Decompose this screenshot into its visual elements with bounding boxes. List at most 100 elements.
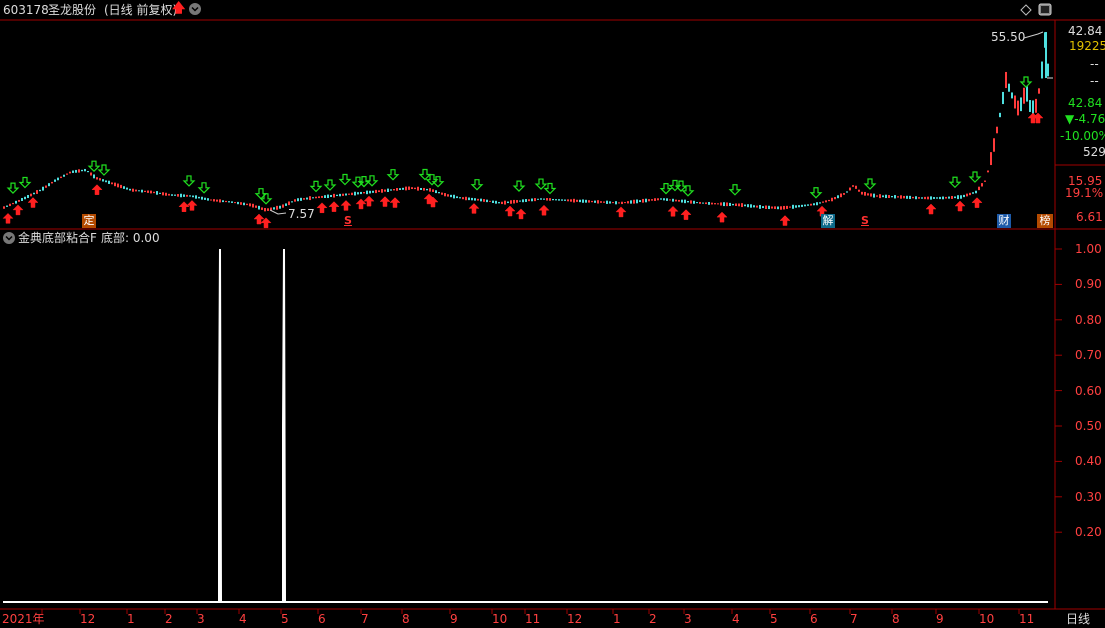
red-up-arrow-icon[interactable]: 🡅 [172,2,185,16]
event-badge-jie[interactable]: 解 [821,214,835,228]
high-pointer-line [1023,31,1044,39]
sell-arrow-icon [87,160,101,173]
sell-arrow-icon [323,179,337,191]
candle [402,187,404,190]
sell-arrow-icon [1019,76,1033,88]
candle [897,196,899,198]
event-badge-bang[interactable]: 榜 [1037,214,1053,228]
candle [273,207,275,210]
candle [156,191,158,195]
candle [159,192,161,194]
candle [753,205,755,208]
candle [714,203,716,205]
candle [12,202,14,205]
sell-arrow-icon [338,173,352,186]
period-button[interactable]: 日线 [1066,612,1090,626]
x-axis-label: 3 [197,612,205,626]
candle [162,192,164,196]
candle [81,169,83,172]
candle [363,192,365,194]
candle [171,194,173,196]
axis-change-pct: -10.00% [1060,129,1105,143]
chart-mode: (日线 前复权) [104,3,178,17]
candle [258,205,260,210]
candle [996,126,998,134]
candle [423,187,425,191]
candle [984,180,986,182]
sell-arrow-icon [543,182,557,195]
candle [618,202,620,204]
indicator-collapse-icon[interactable] [3,232,15,244]
candle [669,199,671,201]
candle [420,187,422,191]
sell-arrow-icon [728,184,742,196]
candle [369,190,371,194]
candle [654,198,656,201]
candle [564,199,566,201]
candle [537,198,539,200]
candle [777,206,779,210]
candle [354,191,356,196]
candle [291,201,293,203]
buy-arrow-icon [12,204,24,216]
candle [969,192,971,196]
candle [51,181,53,184]
candle [585,199,587,203]
candle [324,195,326,198]
candle [624,202,626,204]
candle [936,197,938,199]
event-badge-cai[interactable]: 财 [997,214,1011,228]
indicator-title[interactable]: 金典底部粘合F [18,231,97,245]
candle [399,188,401,191]
candle [882,195,884,198]
buy-arrow-icon [680,209,692,220]
candle [330,194,332,198]
candle [864,191,866,196]
event-badge-s1[interactable]: S [344,214,352,228]
candle [771,206,773,209]
candle [978,186,980,191]
buy-arrow-icon [389,197,401,208]
candle [540,198,542,200]
candle [516,200,518,203]
chevron-down-icon[interactable] [189,3,201,15]
candle [603,201,605,203]
candle [357,192,359,195]
candle [621,201,623,205]
candle [900,195,902,199]
candle [990,152,992,166]
candle [780,206,782,210]
diamond-icon[interactable] [1020,4,1032,16]
candle [348,193,350,195]
candle [435,190,437,194]
candle [498,202,500,204]
candle [723,202,725,207]
event-badge-s2[interactable]: S [861,214,869,228]
candle [87,171,89,173]
candle [300,197,302,201]
candle [303,198,305,200]
indicator-tick-label: 1.00 [1075,242,1102,256]
candle [951,195,953,199]
signal-arrows [2,76,1044,229]
sell-arrow-icon [948,176,962,189]
candle [555,199,557,201]
buy-arrow-icon [667,205,679,217]
candle [525,199,527,202]
candle [165,192,167,196]
candle [609,201,611,204]
buy-arrow-icon [91,184,103,195]
axis-dash-2: -- [1090,74,1099,88]
x-axis-label: 1 [127,612,135,626]
candle [234,202,236,204]
x-axis-label: 7 [361,612,369,626]
candle [705,202,707,205]
candle [285,203,287,206]
candle [687,200,689,203]
candle [582,199,584,203]
window-icon[interactable] [1038,3,1052,16]
candle [15,200,17,204]
x-axis-label: 11 [525,612,541,626]
event-badge-ding[interactable]: 定 [82,214,96,228]
candle [321,195,323,198]
